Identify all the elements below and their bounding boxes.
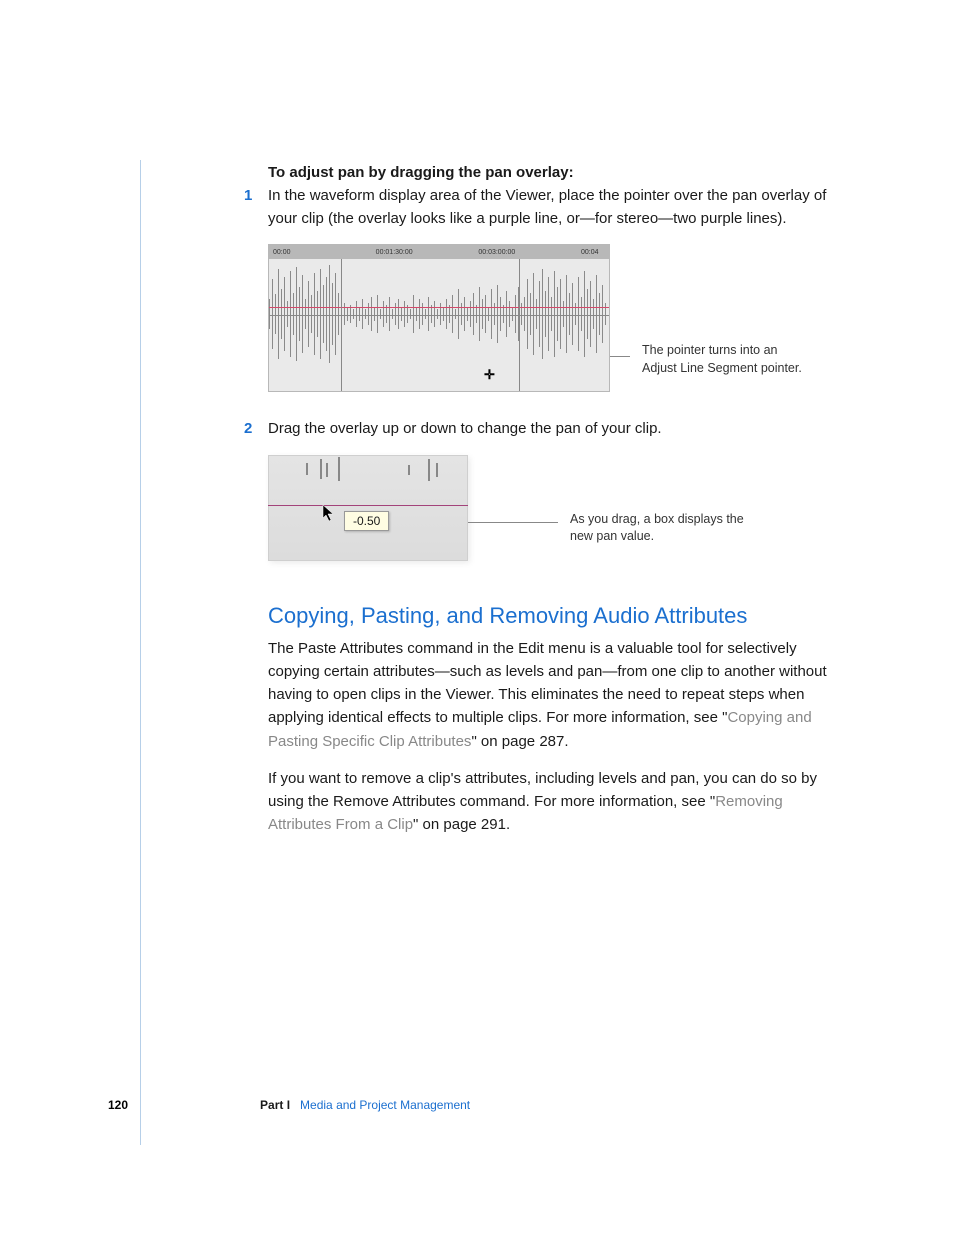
paragraph-2: If you want to remove a clip's attribute… <box>268 767 844 837</box>
timecode-ruler: 00:00 00:01:30:00 00:03:00:00 00:04 <box>269 245 609 259</box>
marker-line <box>519 259 520 391</box>
pan-overlay-line <box>268 505 468 506</box>
waveform-figure: 00:00 00:01:30:00 00:03:00:00 00:04 <box>268 244 610 392</box>
marker-line <box>341 259 342 391</box>
step-1: 1 In the waveform display area of the Vi… <box>268 185 844 230</box>
margin-rule <box>140 160 141 1145</box>
step-list: 1 In the waveform display area of the Vi… <box>268 185 844 230</box>
procedure-heading: To adjust pan by dragging the pan overla… <box>268 164 844 181</box>
figure-2-row: -0.50 As you drag, a box displays the ne… <box>268 455 844 561</box>
pan-value-box: -0.50 <box>344 511 389 531</box>
paragraph-1: The Paste Attributes command in the Edit… <box>268 637 844 753</box>
part-title: Media and Project Management <box>300 1098 470 1112</box>
step-number: 1 <box>244 185 252 208</box>
figure-caption: The pointer turns into an Adjust Line Se… <box>630 342 802 377</box>
cursor-icon <box>322 504 336 525</box>
step-list-continued: 2 Drag the overlay up or down to change … <box>268 418 844 441</box>
page-footer: 120 Part I Media and Project Management <box>108 1098 846 1112</box>
adjust-pointer-icon: ✛ <box>484 367 495 383</box>
figure-1-row: 00:00 00:01:30:00 00:03:00:00 00:04 <box>268 244 844 392</box>
callout-line <box>468 522 558 523</box>
timecode: 00:00 <box>269 249 372 256</box>
callout-line <box>610 356 630 357</box>
page-number: 120 <box>108 1098 128 1112</box>
section-heading: Copying, Pasting, and Removing Audio Att… <box>268 603 844 629</box>
page: To adjust pan by dragging the pan overla… <box>0 0 954 1235</box>
text: " on page 287. <box>471 733 568 750</box>
figure-caption: As you drag, a box displays the new pan … <box>558 511 770 546</box>
pan-overlay-line <box>269 307 609 308</box>
step-text: In the waveform display area of the View… <box>268 187 826 227</box>
waveform-area: ✛ <box>269 259 609 391</box>
text: " on page 291. <box>413 816 510 833</box>
part-label: Part I <box>260 1098 290 1112</box>
center-line <box>269 315 609 316</box>
timecode: 00:04 <box>577 249 609 256</box>
beat-marks <box>268 457 468 497</box>
pan-value-figure: -0.50 <box>268 455 468 561</box>
step-2: 2 Drag the overlay up or down to change … <box>268 418 844 441</box>
timecode: 00:03:00:00 <box>474 249 577 256</box>
step-text: Drag the overlay up or down to change th… <box>268 420 662 437</box>
waveform-icon <box>269 259 609 391</box>
step-number: 2 <box>244 418 252 441</box>
timecode: 00:01:30:00 <box>372 249 475 256</box>
content-area: To adjust pan by dragging the pan overla… <box>268 164 844 851</box>
